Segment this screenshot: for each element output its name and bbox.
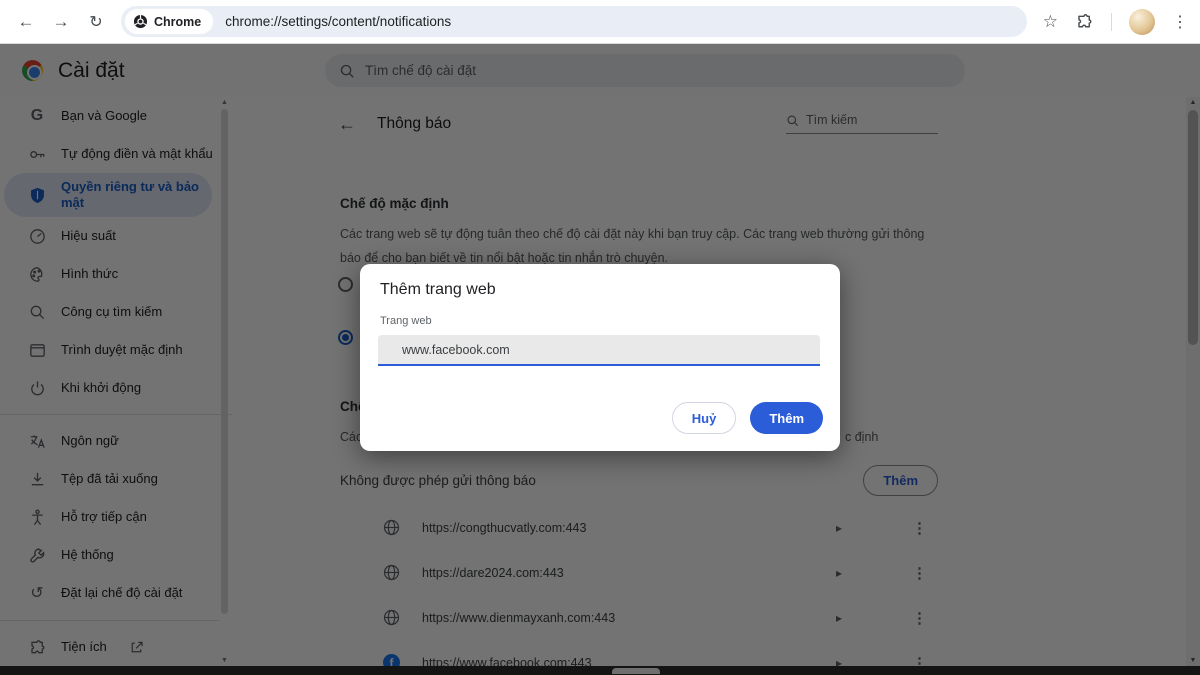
browser-menu-icon[interactable]: ⋮ [1172,12,1188,32]
taskbar-window-hint [612,668,660,674]
extensions-icon[interactable] [1075,12,1094,31]
reload-icon[interactable]: ↻ [82,8,110,36]
toolbar-separator [1111,13,1112,31]
add-site-dialog: Thêm trang web Trang web Huỷ Thêm [360,264,840,451]
screen-bottom-bar [0,666,1200,675]
forward-icon[interactable]: → [47,8,75,36]
screen: ← → ↻ Chrome chrome://settings/content/n… [0,0,1200,675]
dialog-title: Thêm trang web [380,281,496,299]
site-field-label: Trang web [380,315,432,327]
address-bar[interactable]: Chrome chrome://settings/content/notific… [121,6,1027,37]
chrome-chip: Chrome [125,9,213,34]
bookmark-star-icon[interactable]: ☆ [1043,12,1058,32]
chip-label: Chrome [154,15,201,29]
browser-toolbar: ← → ↻ Chrome chrome://settings/content/n… [0,0,1200,44]
chrome-icon [133,14,148,29]
url-text[interactable]: chrome://settings/content/notifications [225,14,451,29]
confirm-add-button[interactable]: Thêm [750,402,823,434]
profile-avatar[interactable] [1129,9,1155,35]
cancel-button[interactable]: Huỷ [672,402,737,434]
site-url-input[interactable] [378,335,820,366]
back-icon[interactable]: ← [12,8,40,36]
